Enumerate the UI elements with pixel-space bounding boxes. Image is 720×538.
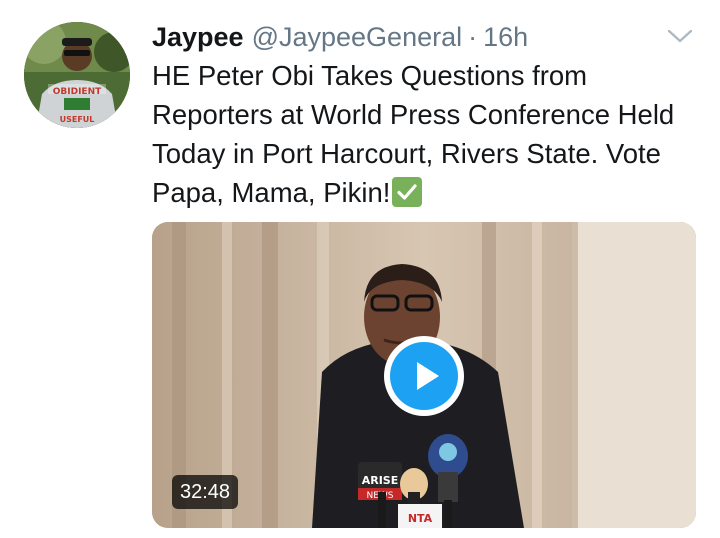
author-avatar[interactable]: OBIDIENT USEFUL — [24, 22, 130, 128]
tweet-header: Jaypee @JaypeeGeneral · 16h — [152, 20, 528, 54]
svg-text:OBIDIENT: OBIDIENT — [53, 87, 102, 97]
svg-text:ARISE: ARISE — [362, 474, 399, 487]
video-player[interactable]: ARISE NEWS NTA 32:48 — [152, 222, 696, 528]
svg-text:NTA: NTA — [408, 512, 433, 525]
avatar-photo: OBIDIENT USEFUL — [24, 22, 130, 128]
tweet-timestamp[interactable]: 16h — [483, 20, 528, 54]
video-duration-badge: 32:48 — [172, 475, 239, 509]
play-button[interactable] — [384, 336, 464, 416]
check-mark-icon — [392, 177, 423, 207]
svg-text:USEFUL: USEFUL — [60, 115, 95, 124]
author-name[interactable]: Jaypee — [152, 20, 244, 54]
separator-dot: · — [468, 22, 478, 52]
tweet-menu-button[interactable] — [666, 26, 694, 46]
tweet-text: HE Peter Obi Takes Questions from Report… — [152, 56, 700, 212]
chevron-down-icon — [667, 29, 693, 43]
author-handle[interactable]: @JaypeeGeneral — [252, 20, 463, 54]
play-icon — [417, 362, 439, 390]
